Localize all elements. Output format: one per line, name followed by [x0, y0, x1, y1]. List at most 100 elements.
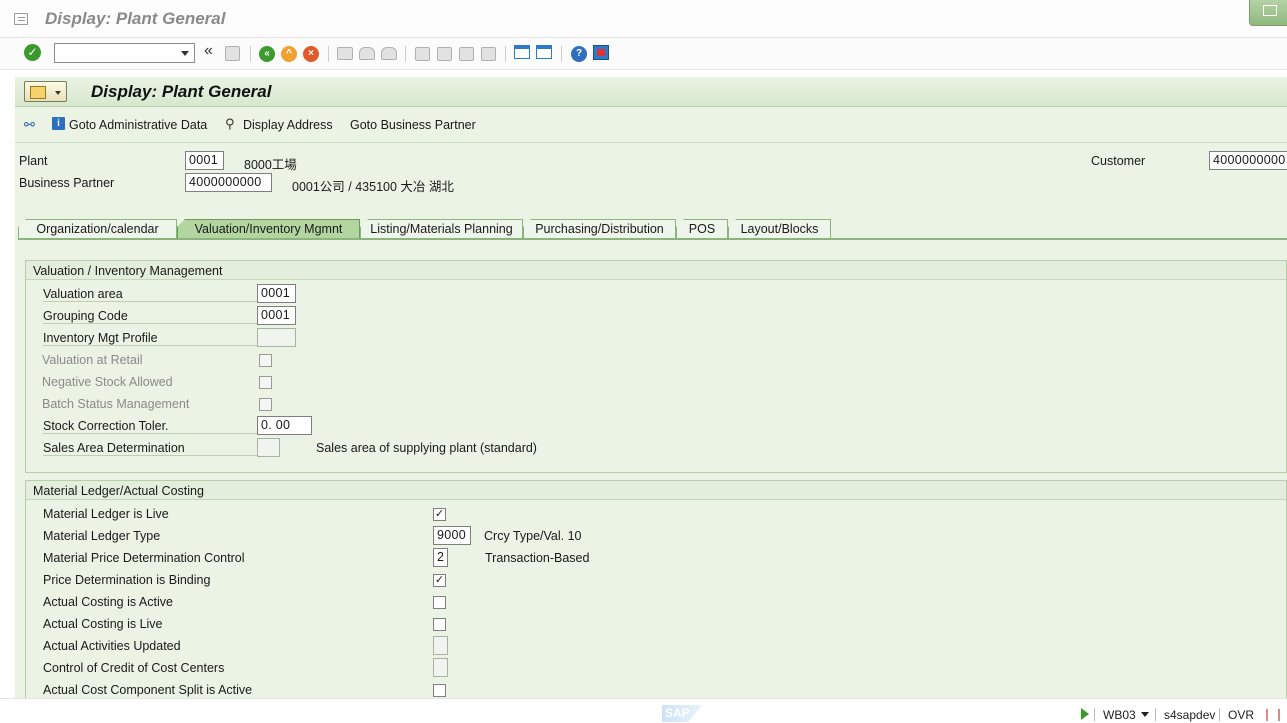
insert-mode[interactable]: OVR: [1228, 708, 1254, 722]
command-field[interactable]: [54, 43, 195, 63]
valuation-area-field[interactable]: 0001: [257, 284, 296, 303]
credit-control-label: Control of Credit of Cost Centers: [43, 661, 225, 675]
tab-organization-calendar[interactable]: Organization/calendar: [18, 219, 177, 238]
left-margin: [0, 70, 15, 698]
plant-label: Plant: [19, 154, 48, 168]
screen-header: Display: Plant General: [15, 77, 1287, 107]
ml-type-field[interactable]: 9000: [433, 526, 471, 545]
customize-layout-icon[interactable]: [593, 45, 609, 60]
price-binding-label: Price Determination is Binding: [43, 573, 211, 587]
grouping-code-label: Grouping Code: [43, 309, 257, 324]
cost-split-checkbox[interactable]: [433, 684, 446, 697]
valuation-area-label: Valuation area: [43, 287, 257, 302]
price-determination-field[interactable]: 2: [433, 548, 448, 567]
activities-updated-field[interactable]: [433, 636, 448, 655]
main-content: Plant 0001 8000工場 Business Partner 40000…: [15, 143, 1287, 700]
window-title: Display: Plant General: [45, 9, 226, 28]
price-binding-checkbox[interactable]: ✓: [433, 574, 446, 587]
cancel-icon[interactable]: ×: [303, 46, 319, 62]
activities-updated-label: Actual Activities Updated: [43, 639, 181, 653]
tab-purchasing-distribution[interactable]: Purchasing/Distribution: [523, 219, 676, 238]
sap-logo: SAP: [662, 705, 702, 722]
valuation-at-retail-label: Valuation at Retail: [42, 353, 143, 367]
system-toolbar: ✓ « « ^ × ?: [0, 38, 1287, 70]
toolbar-separator: [250, 46, 251, 62]
batch-status-checkbox[interactable]: [259, 398, 272, 411]
ml-type-label: Material Ledger Type: [43, 529, 161, 543]
ml-live-label: Material Ledger is Live: [43, 507, 169, 521]
collapse-icon[interactable]: «: [204, 42, 222, 60]
material-ledger-group: Material Ledger/Actual Costing Material …: [25, 480, 1287, 700]
goto-admin-data-button[interactable]: Goto Administrative Data: [69, 118, 207, 132]
status-separator: [1219, 708, 1220, 721]
server-name: s4sapdev: [1164, 708, 1216, 722]
find-icon[interactable]: [359, 47, 375, 60]
enter-icon[interactable]: ✓: [24, 44, 41, 61]
tab-pos[interactable]: POS: [676, 219, 728, 238]
business-partner-field[interactable]: 4000000000: [185, 173, 272, 192]
actual-costing-live-checkbox[interactable]: [433, 618, 446, 631]
display-change-icon[interactable]: ⚯: [24, 117, 42, 132]
cost-split-label: Actual Cost Component Split is Active: [43, 683, 253, 697]
price-determination-description: Transaction-Based: [485, 551, 590, 565]
ml-live-checkbox[interactable]: ✓: [433, 508, 446, 521]
negative-stock-checkbox[interactable]: [259, 376, 272, 389]
plant-field[interactable]: 0001: [185, 151, 224, 170]
grouping-code-field[interactable]: 0001: [257, 306, 296, 325]
group-title: Material Ledger/Actual Costing: [26, 481, 1286, 500]
status-grip-icon: [1266, 709, 1280, 721]
inventory-mgt-profile-field[interactable]: [257, 328, 296, 347]
create-shortcut-icon[interactable]: [536, 45, 552, 59]
toolbar-separator: [405, 46, 406, 62]
display-address-button[interactable]: Display Address: [243, 118, 333, 132]
window-menu-icon[interactable]: [14, 13, 28, 25]
exit-icon[interactable]: ^: [281, 46, 297, 62]
ml-type-description: Crcy Type/Val. 10: [484, 529, 582, 543]
inventory-mgt-profile-label: Inventory Mgt Profile: [43, 331, 257, 346]
customer-label: Customer: [1091, 154, 1146, 168]
transaction-code: WB03: [1103, 708, 1136, 722]
credit-control-field[interactable]: [433, 658, 448, 677]
print-icon[interactable]: [337, 47, 353, 60]
restore-window-button[interactable]: [1249, 0, 1287, 26]
tab-label: Listing/Materials Planning: [370, 222, 513, 236]
sales-area-determination-description: Sales area of supplying plant (standard): [316, 441, 537, 455]
actual-costing-live-label: Actual Costing is Live: [43, 617, 163, 631]
back-icon[interactable]: «: [259, 46, 275, 62]
find-next-icon[interactable]: [381, 47, 397, 60]
toolbar-separator: [328, 46, 329, 62]
create-session-icon[interactable]: [514, 45, 530, 59]
page-title: Display: Plant General: [91, 82, 272, 101]
system-info-dropdown-icon[interactable]: [1141, 712, 1149, 717]
next-page-icon[interactable]: [459, 47, 474, 61]
negative-stock-label: Negative Stock Allowed: [42, 375, 173, 389]
tab-valuation-inventory[interactable]: Valuation/Inventory Mgmnt: [177, 219, 360, 238]
sales-area-determination-field[interactable]: [257, 438, 280, 457]
tab-label: POS: [688, 222, 716, 236]
play-icon[interactable]: [1081, 708, 1089, 720]
tab-divider: [18, 238, 1287, 240]
actual-costing-active-checkbox[interactable]: [433, 596, 446, 609]
sales-area-determination-label: Sales Area Determination: [43, 441, 257, 456]
valuation-at-retail-checkbox[interactable]: [259, 354, 272, 367]
info-icon: i: [52, 117, 65, 130]
business-partner-description: 0001公司 / 435100 大冶 湖北: [292, 180, 454, 194]
tab-label: Layout/Blocks: [740, 222, 819, 236]
command-dropdown-icon[interactable]: [181, 51, 189, 56]
last-page-icon[interactable]: [481, 47, 496, 61]
help-icon[interactable]: ?: [571, 46, 587, 62]
tab-label: Valuation/Inventory Mgmnt: [194, 222, 343, 236]
menu-button[interactable]: [24, 81, 67, 102]
previous-page-icon[interactable]: [437, 47, 452, 61]
first-page-icon[interactable]: [415, 47, 430, 61]
actual-costing-active-label: Actual Costing is Active: [43, 595, 173, 609]
price-determination-label: Material Price Determination Control: [43, 551, 245, 565]
tab-listing-materials-planning[interactable]: Listing/Materials Planning: [360, 219, 523, 238]
save-icon[interactable]: [225, 46, 240, 61]
stock-correction-field[interactable]: 0. 00: [257, 416, 312, 435]
customer-field[interactable]: 4000000000: [1209, 151, 1287, 170]
tab-layout-blocks[interactable]: Layout/Blocks: [728, 219, 831, 238]
toolbar-separator: [505, 46, 506, 62]
status-separator: [1155, 708, 1156, 721]
goto-business-partner-button[interactable]: Goto Business Partner: [350, 118, 476, 132]
